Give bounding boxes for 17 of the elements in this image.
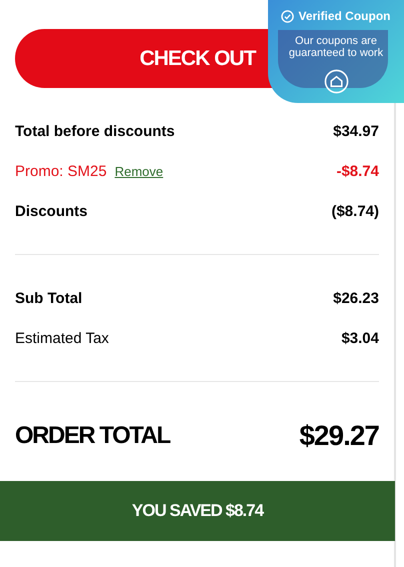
savings-text: YOU SAVED $8.74 — [132, 501, 264, 521]
row-label: Sub Total — [15, 290, 82, 306]
row-amount: $34.97 — [333, 122, 379, 140]
remove-link[interactable]: Remove — [114, 164, 164, 178]
order-total-amount: $29.27 — [299, 420, 379, 452]
check-circle-icon — [281, 10, 294, 22]
row-label: Total before discounts — [15, 122, 175, 140]
row-amount: -$8.74 — [336, 162, 379, 180]
row-label: Promo: SM25 — [15, 162, 107, 180]
row-label: Estimated Tax — [15, 330, 109, 346]
row-amount: $3.04 — [341, 330, 379, 346]
badge-title: Verified Coupon — [298, 9, 390, 23]
row-amount: $26.23 — [333, 290, 379, 306]
row-amount: ($8.74) — [331, 202, 379, 220]
house-icon — [324, 69, 348, 94]
order-total-label: ORDER TOTAL — [15, 422, 170, 450]
row-label: Discounts — [15, 202, 88, 220]
